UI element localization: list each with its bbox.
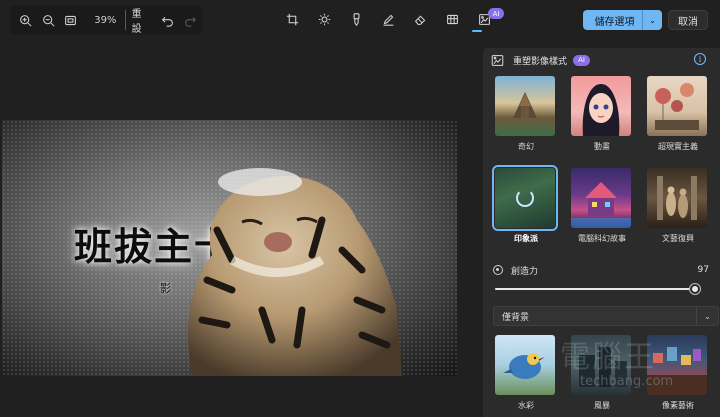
canvas-small-text: 影 — [160, 282, 171, 295]
info-icon[interactable]: i — [694, 53, 706, 65]
style-cyberpunk[interactable]: 電腦科幻故事 — [571, 168, 633, 244]
style-renaissance-label: 文藝復興 — [662, 234, 694, 243]
undo-icon[interactable] — [157, 8, 180, 32]
creativity-slider[interactable] — [495, 284, 701, 294]
creativity-label: 創造力 — [511, 266, 539, 277]
save-options-button[interactable]: 儲存選項 ⌄ — [583, 10, 662, 30]
background-icon[interactable] — [436, 7, 468, 31]
edit-tools-bar — [276, 7, 500, 31]
restyle-panel-icon — [491, 54, 507, 67]
zoom-in-icon[interactable] — [14, 8, 37, 32]
style-watercolor-thumb — [495, 335, 555, 395]
style-anime-thumb — [571, 76, 631, 136]
reset-button[interactable]: 重設 — [132, 5, 151, 35]
style-fantasy[interactable]: 奇幻 — [495, 76, 557, 152]
erase-icon[interactable] — [404, 7, 436, 31]
zoom-level: 39% — [94, 14, 117, 26]
style-pixel-art[interactable]: 像素藝術 — [647, 335, 709, 411]
style-impressionism[interactable]: 印象派 — [492, 165, 558, 244]
slider-fill — [495, 288, 695, 290]
style-renaissance-thumb — [647, 168, 707, 228]
refresh-icon — [516, 189, 534, 207]
retouch-icon[interactable] — [340, 7, 372, 31]
style-anime-label: 動畫 — [594, 142, 610, 151]
style-storm-thumb — [571, 335, 631, 395]
panel-header: 重塑影像樣式 AI i — [483, 48, 720, 72]
creativity-icon — [493, 265, 503, 275]
creativity-value: 97 — [697, 265, 709, 275]
style-fantasy-label: 奇幻 — [518, 142, 534, 151]
image-canvas[interactable]: 班拔主卡 影 — [2, 120, 457, 376]
style-renaissance[interactable]: 文藝復興 — [647, 168, 709, 244]
chevron-down-icon[interactable]: ⌄ — [642, 10, 662, 30]
restyle-panel: 重塑影像樣式 AI i 奇幻 動畫 超現實主義 印象派 電腦科幻故事 文藝復興 … — [483, 48, 720, 417]
style-surrealism-label: 超現實主義 — [658, 142, 698, 151]
fit-screen-icon[interactable] — [59, 8, 82, 32]
creativity-row: 創造力 97 — [493, 262, 709, 278]
restyle-ai-badge: AI — [488, 8, 504, 19]
panel-title: 重塑影像樣式 — [513, 56, 568, 67]
toolbar-divider — [124, 10, 126, 30]
style-cyberpunk-label: 電腦科幻故事 — [578, 234, 626, 243]
style-storm[interactable]: 風暴 — [571, 335, 633, 411]
brightness-icon[interactable] — [308, 7, 340, 31]
style-watercolor-label: 水彩 — [518, 401, 534, 410]
style-surrealism[interactable]: 超現實主義 — [647, 76, 709, 152]
style-storm-label: 風暴 — [594, 401, 610, 410]
redo-icon[interactable] — [179, 8, 202, 32]
style-pixel-art-label: 像素藝術 — [662, 401, 694, 410]
active-tool-indicator — [472, 30, 482, 32]
save-options-label: 儲存選項 — [594, 16, 635, 28]
slider-thumb[interactable] — [689, 284, 700, 294]
style-cyberpunk-thumb — [571, 168, 631, 228]
style-impressionism-thumb — [492, 165, 558, 231]
style-grid-bottom: 水彩 風暴 像素藝術 — [495, 335, 709, 415]
style-anime[interactable]: 動畫 — [571, 76, 633, 152]
style-surrealism-thumb — [647, 76, 707, 136]
panel-ai-badge: AI — [573, 54, 591, 66]
zoom-toolbar: 39% 重設 — [10, 5, 202, 35]
style-pixel-art-thumb — [647, 335, 707, 395]
tiger-image — [188, 168, 402, 376]
crop-icon[interactable] — [276, 7, 308, 31]
style-watercolor[interactable]: 水彩 — [495, 335, 557, 411]
style-impressionism-label: 印象派 — [514, 234, 538, 243]
draw-icon[interactable] — [372, 7, 404, 31]
style-fantasy-thumb — [495, 76, 555, 136]
scope-select-value: 僅背景 — [502, 312, 530, 323]
scope-select[interactable]: 僅背景 ⌄ — [493, 306, 719, 326]
cancel-button[interactable]: 取消 — [668, 10, 708, 30]
zoom-out-icon[interactable] — [37, 8, 60, 32]
chevron-down-icon[interactable]: ⌄ — [696, 307, 718, 325]
